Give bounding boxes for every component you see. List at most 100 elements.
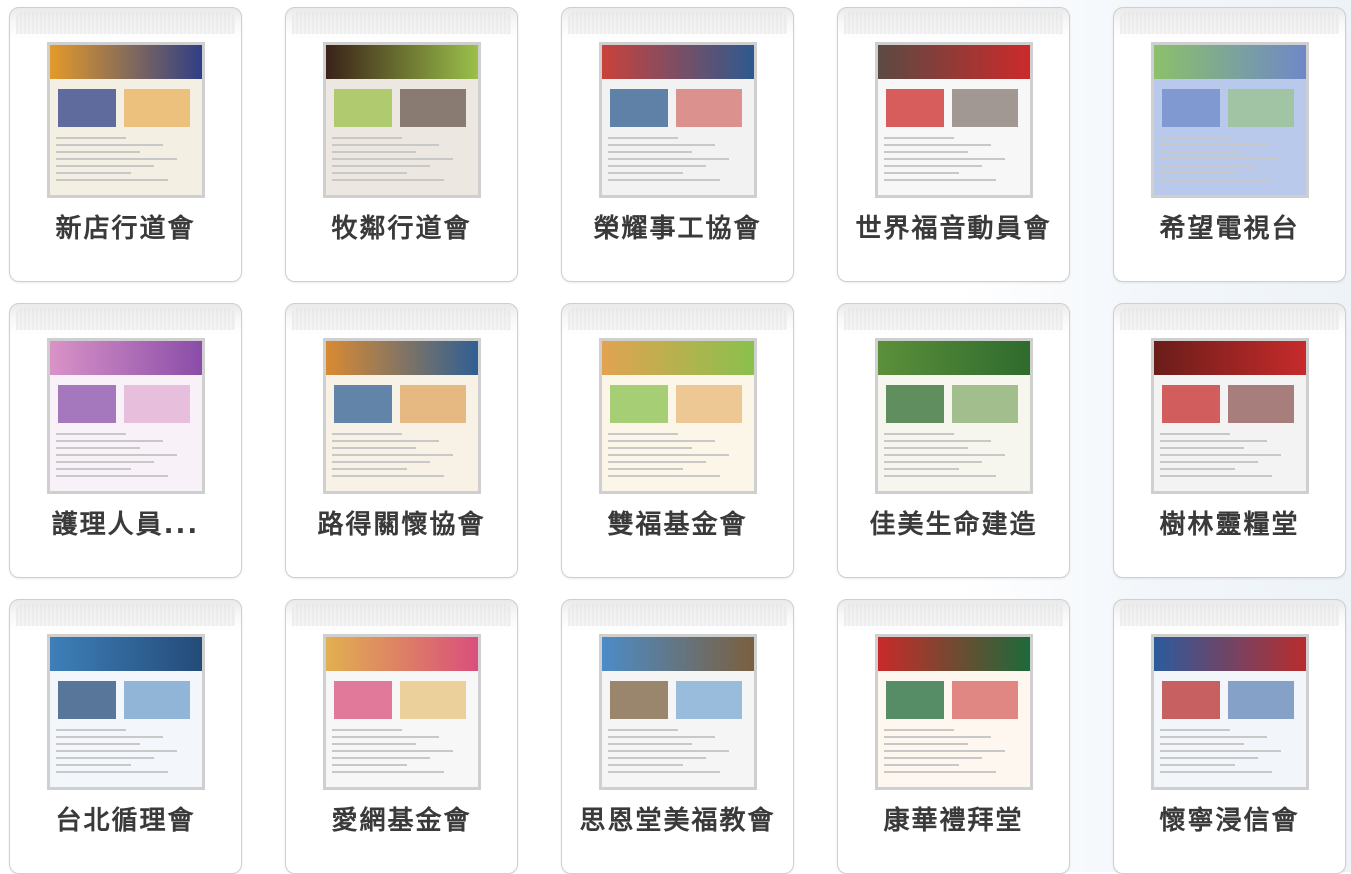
card-header-strip <box>292 604 511 626</box>
thumbnail-text-line <box>1160 757 1258 759</box>
site-thumbnail[interactable] <box>47 42 205 198</box>
site-card[interactable]: 牧鄰行道會 <box>285 7 518 282</box>
thumbnail-text-line <box>1160 454 1281 456</box>
thumbnail-text-line <box>884 750 1005 752</box>
site-card[interactable]: 懷寧浸信會 <box>1113 599 1346 874</box>
thumbnail-text-line <box>608 757 706 759</box>
thumbnail-text-line <box>884 447 968 449</box>
site-card[interactable]: 希望電視台 <box>1113 7 1346 282</box>
site-card[interactable]: 樹林靈糧堂 <box>1113 303 1346 578</box>
thumbnail-image-block <box>124 89 190 127</box>
site-card[interactable]: 雙福基金會 <box>561 303 794 578</box>
site-card[interactable]: 康華禮拜堂 <box>837 599 1070 874</box>
thumbnail-text-line <box>56 461 154 463</box>
site-thumbnail[interactable] <box>599 42 757 198</box>
site-thumbnail[interactable] <box>47 634 205 790</box>
thumbnail-text-line <box>884 764 959 766</box>
thumbnail-text-line <box>608 750 729 752</box>
site-name[interactable]: 台北循理會 <box>10 800 241 837</box>
site-card[interactable]: 榮耀事工協會 <box>561 7 794 282</box>
thumbnail-text-line <box>608 165 706 167</box>
thumbnail-banner <box>326 637 478 671</box>
thumbnail-text-line <box>56 447 140 449</box>
site-thumbnail[interactable] <box>875 634 1033 790</box>
site-card[interactable]: 世界福音動員會 <box>837 7 1070 282</box>
thumbnail-image-block <box>58 385 116 423</box>
site-card[interactable]: 愛網基金會 <box>285 599 518 874</box>
thumbnail-text-line <box>1160 729 1230 731</box>
thumbnail-image-block <box>676 89 742 127</box>
site-name[interactable]: 樹林靈糧堂 <box>1114 504 1345 541</box>
thumbnail-image-block <box>400 681 466 719</box>
thumbnail-text-line <box>608 729 678 731</box>
site-name[interactable]: 希望電視台 <box>1114 208 1345 245</box>
site-thumbnail[interactable] <box>47 338 205 494</box>
thumbnail-text-line <box>332 179 444 181</box>
thumbnail-text-line <box>56 771 168 773</box>
thumbnail-text-line <box>884 743 968 745</box>
thumbnail-text-line <box>332 151 416 153</box>
site-name[interactable]: 康華禮拜堂 <box>838 800 1069 837</box>
card-header-strip <box>16 12 235 34</box>
site-thumbnail[interactable] <box>323 42 481 198</box>
site-thumbnail[interactable] <box>1151 634 1309 790</box>
thumbnail-text-line <box>1160 440 1267 442</box>
site-thumbnail[interactable] <box>1151 338 1309 494</box>
site-card[interactable]: 思恩堂美福教會 <box>561 599 794 874</box>
thumbnail-text-line <box>1160 433 1230 435</box>
thumbnail-image-block <box>886 681 944 719</box>
card-header-strip <box>1120 308 1339 330</box>
thumbnail-banner <box>50 637 202 671</box>
site-thumbnail[interactable] <box>1151 42 1309 198</box>
site-thumbnail[interactable] <box>599 338 757 494</box>
thumbnail-text-line <box>608 743 692 745</box>
thumbnail-image-block <box>952 385 1018 423</box>
thumbnail-text-line <box>1160 743 1244 745</box>
thumbnail-image-block <box>952 681 1018 719</box>
site-name[interactable]: 新店行道會 <box>10 208 241 245</box>
card-header-strip <box>568 12 787 34</box>
thumbnail-image-block <box>58 681 116 719</box>
site-name[interactable]: 路得關懷協會 <box>286 504 517 541</box>
site-name[interactable]: 牧鄰行道會 <box>286 208 517 245</box>
thumbnail-image-block <box>124 385 190 423</box>
site-name[interactable]: 榮耀事工協會 <box>562 208 793 245</box>
thumbnail-image-block <box>886 385 944 423</box>
site-name[interactable]: 懷寧浸信會 <box>1114 800 1345 837</box>
site-card[interactable]: 新店行道會 <box>9 7 242 282</box>
site-card[interactable]: 護理人員... <box>9 303 242 578</box>
thumbnail-text-line <box>56 144 163 146</box>
thumbnail-image-block <box>1228 385 1294 423</box>
thumbnail-image-block <box>610 681 668 719</box>
site-card[interactable]: 路得關懷協會 <box>285 303 518 578</box>
site-name[interactable]: 愛網基金會 <box>286 800 517 837</box>
site-thumbnail[interactable] <box>323 634 481 790</box>
site-name[interactable]: 雙福基金會 <box>562 504 793 541</box>
site-card[interactable]: 台北循理會 <box>9 599 242 874</box>
thumbnail-text-line <box>608 151 692 153</box>
thumbnail-image-block <box>334 385 392 423</box>
thumbnail-text-line <box>332 771 444 773</box>
site-name[interactable]: 護理人員... <box>10 504 241 541</box>
site-name[interactable]: 世界福音動員會 <box>838 208 1069 245</box>
site-card[interactable]: 佳美生命建造 <box>837 303 1070 578</box>
thumbnail-text-line <box>332 158 453 160</box>
thumbnail-text-line <box>332 454 453 456</box>
thumbnail-text-line <box>1160 151 1244 153</box>
site-thumbnail[interactable] <box>875 338 1033 494</box>
thumbnail-text-line <box>608 433 678 435</box>
thumbnail-text-line <box>56 743 140 745</box>
thumbnail-text-line <box>56 440 163 442</box>
thumbnail-text-line <box>332 757 430 759</box>
site-thumbnail[interactable] <box>599 634 757 790</box>
thumbnail-text-line <box>1160 764 1235 766</box>
thumbnail-text-line <box>608 144 715 146</box>
thumbnail-image-block <box>610 385 668 423</box>
site-thumbnail[interactable] <box>323 338 481 494</box>
site-name[interactable]: 佳美生命建造 <box>838 504 1069 541</box>
site-name[interactable]: 思恩堂美福教會 <box>562 800 793 837</box>
thumbnail-image-block <box>1228 89 1294 127</box>
card-header-strip <box>844 12 1063 34</box>
site-thumbnail[interactable] <box>875 42 1033 198</box>
thumbnail-text-line <box>884 454 1005 456</box>
